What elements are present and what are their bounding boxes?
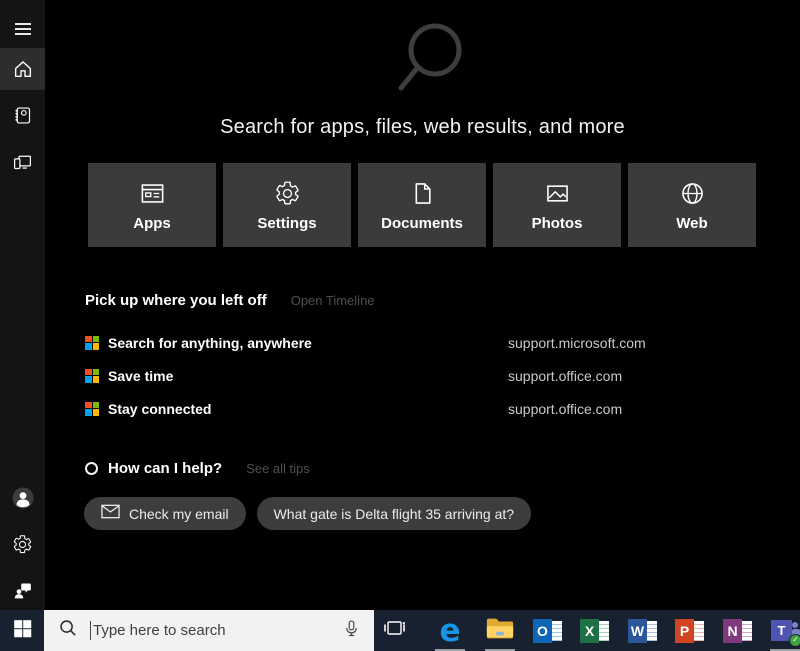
timeline-title: Pick up where you left off — [85, 292, 267, 309]
timeline-list: Search for anything, anywhere support.mi… — [85, 326, 765, 425]
outlook-button[interactable]: O — [528, 610, 568, 651]
timeline-item-title: Save time — [108, 368, 173, 384]
category-tile-apps[interactable]: Apps — [88, 163, 216, 247]
microsoft-logo-icon — [85, 369, 99, 383]
search-illustration-icon — [389, 12, 465, 105]
category-label: Settings — [257, 215, 316, 232]
powerpoint-icon: P — [675, 616, 705, 646]
teams-button[interactable]: T ✓ — [765, 610, 800, 651]
powerpoint-button[interactable]: P — [670, 610, 710, 651]
onenote-button[interactable]: N — [718, 610, 758, 651]
timeline-item[interactable]: Stay connected support.office.com — [85, 392, 765, 425]
gear-icon — [274, 178, 301, 208]
timeline-item-source: support.office.com — [508, 368, 622, 384]
category-row: Apps Settings Documents — [88, 163, 756, 247]
menu-button[interactable] — [0, 8, 45, 50]
onenote-icon: N — [723, 616, 753, 646]
suggestion-chips: Check my email What gate is Delta flight… — [84, 497, 531, 530]
gear-icon — [12, 534, 33, 555]
notebook-icon — [12, 105, 33, 126]
search-placeholder: Type here to search — [93, 622, 341, 639]
text-caret — [90, 621, 91, 640]
cortana-header: How can I help? See all tips — [85, 460, 310, 477]
task-view-icon — [382, 615, 408, 646]
category-label: Photos — [532, 215, 583, 232]
user-icon — [11, 486, 35, 510]
search-home: Search for apps, files, web results, and… — [45, 0, 800, 610]
taskbar-search-box[interactable]: Type here to search — [44, 610, 374, 651]
microphone-icon[interactable] — [341, 618, 362, 644]
cortana-ring-icon — [85, 462, 98, 475]
timeline-item-source: support.office.com — [508, 401, 622, 417]
teams-icon: T ✓ — [770, 616, 800, 646]
windows-logo-icon — [12, 618, 33, 644]
task-view-button[interactable] — [375, 610, 415, 651]
devices-icon — [12, 151, 33, 172]
timeline-item[interactable]: Search for anything, anywhere support.mi… — [85, 326, 765, 359]
category-tile-web[interactable]: Web — [628, 163, 756, 247]
home-icon — [12, 58, 34, 80]
timeline-header: Pick up where you left off Open Timeline — [85, 292, 375, 309]
sidebar-item-home[interactable] — [0, 48, 45, 90]
envelope-icon — [101, 504, 129, 524]
microsoft-logo-icon — [85, 336, 99, 350]
sidebar-item-devices[interactable] — [0, 140, 45, 182]
chip-label: What gate is Delta flight 35 arriving at… — [274, 506, 514, 522]
file-explorer-icon — [485, 615, 515, 646]
excel-button[interactable]: X — [575, 610, 615, 651]
sidebar-item-account[interactable] — [0, 477, 45, 519]
category-label: Web — [676, 215, 707, 232]
hamburger-icon — [13, 19, 33, 39]
edge-button[interactable]: e — [430, 610, 470, 651]
chip-flight-question[interactable]: What gate is Delta flight 35 arriving at… — [257, 497, 531, 530]
taskbar: Type here to search — [0, 610, 800, 651]
category-tile-photos[interactable]: Photos — [493, 163, 621, 247]
category-tile-settings[interactable]: Settings — [223, 163, 351, 247]
sidebar-item-notebook[interactable] — [0, 94, 45, 136]
search-icon — [58, 618, 79, 644]
category-label: Apps — [133, 215, 171, 232]
word-icon: W — [628, 616, 658, 646]
microsoft-logo-icon — [85, 402, 99, 416]
feedback-icon — [12, 580, 33, 601]
open-timeline-link[interactable]: Open Timeline — [291, 293, 375, 308]
timeline-item-title: Stay connected — [108, 401, 211, 417]
edge-icon: e — [439, 616, 460, 646]
chip-label: Check my email — [129, 506, 229, 522]
search-hint-heading: Search for apps, files, web results, and… — [45, 116, 800, 139]
timeline-item[interactable]: Save time support.office.com — [85, 359, 765, 392]
chip-check-my-email[interactable]: Check my email — [84, 497, 246, 530]
photos-icon — [544, 178, 571, 208]
document-icon — [409, 178, 436, 208]
timeline-item-title: Search for anything, anywhere — [108, 335, 312, 351]
windows-search-panel: Search for apps, files, web results, and… — [0, 0, 800, 651]
cortana-title: How can I help? — [108, 460, 222, 477]
sidebar-item-feedback[interactable] — [0, 569, 45, 611]
outlook-icon: O — [533, 616, 563, 646]
category-tile-documents[interactable]: Documents — [358, 163, 486, 247]
file-explorer-button[interactable] — [480, 610, 520, 651]
word-button[interactable]: W — [623, 610, 663, 651]
category-label: Documents — [381, 215, 463, 232]
sidebar-item-settings[interactable] — [0, 523, 45, 565]
excel-icon: X — [580, 616, 610, 646]
timeline-item-source: support.microsoft.com — [508, 335, 646, 351]
globe-icon — [679, 178, 706, 208]
sidebar — [0, 0, 45, 610]
teams-status-badge: ✓ — [789, 634, 800, 647]
see-all-tips-link[interactable]: See all tips — [246, 461, 310, 476]
start-button[interactable] — [0, 610, 44, 651]
apps-icon — [139, 178, 166, 208]
